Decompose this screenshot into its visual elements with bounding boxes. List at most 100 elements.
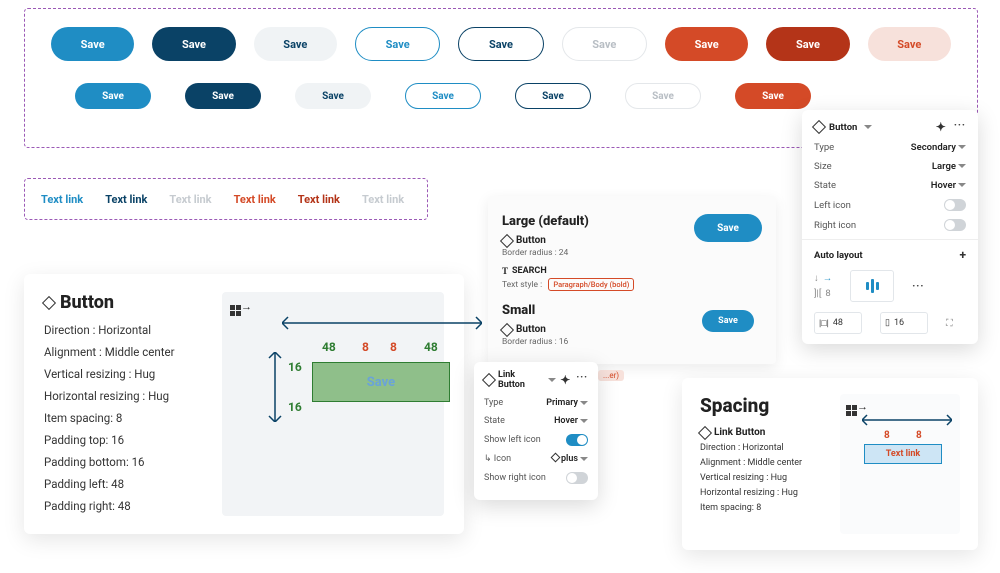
button-variant-small[interactable]: Save [295,83,371,109]
button-variant-small[interactable]: Save [75,83,151,109]
right-icon-toggle[interactable] [944,219,966,231]
panel-title: Link Button [498,370,542,390]
pad-bottom-16: 16 [288,400,302,414]
spacing-property: Direction : Horizontal [700,443,826,453]
spacing-property: Alignment : Middle center [700,458,826,468]
diagram-text-link: Text link [864,444,942,464]
sample-large-button[interactable]: Save [694,214,762,242]
target-icon[interactable]: ✦ [560,373,570,387]
spec-diagram: → Save 48 8 8 48 16 16 [222,292,444,516]
add-icon[interactable]: + [959,248,966,262]
spacing-comp-name: Link Button [714,427,765,438]
more-icon[interactable]: ··· [912,281,924,292]
button-variant[interactable]: Save [562,27,647,61]
size-select[interactable]: Large [932,161,956,172]
left-icon-toggle[interactable] [944,199,966,211]
spec-property: Padding right: 48 [44,499,204,513]
type-select[interactable]: Primary [546,398,578,408]
component-icon [42,295,56,309]
cutoff-tag: ...er) [598,370,624,381]
alignment-grid[interactable] [850,270,894,302]
gap-icon: ]|[ [814,288,821,299]
spec-property: Alignment : Middle center [44,345,204,359]
comp-name-2: Button [516,324,546,335]
pad-v-icon: ▯ [885,318,890,328]
button-spec-card: Button Direction : Horizontal Alignment :… [24,274,464,534]
direction-horizontal-icon[interactable]: → [823,273,833,284]
button-variant[interactable]: Save [458,27,543,61]
button-variant-small[interactable]: Save [735,83,811,109]
button-variant-small[interactable]: Save [185,83,261,109]
button-variant-small[interactable]: Save [625,83,701,109]
spec-title: Button [44,292,204,313]
padding-horizontal-input[interactable]: |□|48 [814,312,862,334]
chevron-down-icon[interactable] [864,125,872,129]
icon-select[interactable]: plus [561,454,578,464]
textlink-variants-frame: Text link Text link Text link Text link Text… [24,178,428,220]
spacing-property: Vertical resizing : Hug [700,473,826,483]
button-variant-small[interactable]: Save [405,83,481,109]
button-variant[interactable]: Save [665,27,748,61]
gap-8-left: 8 [362,340,369,354]
spec-property: Vertical resizing : Hug [44,367,204,381]
component-icon [812,120,826,134]
text-link-variant[interactable]: Text link [362,193,404,206]
pad-left-48: 48 [322,340,336,354]
auto-layout-heading: Auto layout [814,250,863,261]
gap-8-right: 8 [390,340,397,354]
spec-property: Padding bottom: 16 [44,455,204,469]
target-icon[interactable]: ✦ [936,120,946,134]
border-radius-small: Border radius : 16 [502,337,762,347]
pad-right-48: 48 [424,340,438,354]
button-variant[interactable]: Save [254,27,337,61]
diagram-button: Save [312,362,450,402]
sample-small-button[interactable]: Save [702,310,754,332]
text-link-variant[interactable]: Text link [234,193,276,206]
spec-property: Padding left: 48 [44,477,204,491]
more-icon[interactable]: ··· [954,120,966,134]
search-layer: SEARCH [512,266,547,276]
text-style-tag: Paragraph/Body (bold) [548,278,634,291]
spacing-property: Item spacing: 8 [700,503,826,513]
text-link-variant[interactable]: Text link [298,193,340,206]
border-radius-large: Border radius : 24 [502,248,762,258]
state-select[interactable]: Hover [554,416,578,426]
button-variant[interactable]: Save [355,27,440,61]
button-variant[interactable]: Save [51,27,134,61]
direction-vertical-icon[interactable]: ↓ [814,273,819,284]
component-icon [500,322,514,336]
button-inspector-panel: Button ✦··· TypeSecondary SizeLarge Stat… [802,110,978,344]
show-right-icon-toggle[interactable] [566,472,588,484]
more-icon[interactable]: ··· [576,373,588,387]
button-variant[interactable]: Save [152,27,235,61]
size-variants-card: Large (default) Button Border radius : 2… [488,196,776,364]
expand-padding-icon[interactable]: ⛶ [946,318,953,329]
spec-property: Padding top: 16 [44,433,204,447]
spacing-diagram: → 8 8 Text link [840,394,960,534]
button-variant[interactable]: Save [766,27,849,61]
chevron-down-icon[interactable] [548,378,556,382]
button-variant[interactable]: Save [868,27,951,61]
text-link-variant[interactable]: Text link [105,193,147,206]
text-link-variant[interactable]: Text link [169,193,211,206]
layout-grid-icon: → [230,300,252,316]
button-variant-small[interactable]: Save [515,83,591,109]
gap-8-b: 8 [916,430,922,441]
inspector-title: Button [829,122,857,133]
spacing-card: Spacing Link Button Direction : Horizont… [682,378,978,550]
state-select[interactable]: Hover [931,180,956,191]
component-icon [500,233,514,247]
type-select[interactable]: Secondary [911,142,956,153]
spacing-property: Horizontal resizing : Hug [700,488,826,498]
spec-property: Direction : Horizontal [44,323,204,337]
gap-8-a: 8 [884,430,890,441]
swap-icon: ↳ [484,454,492,464]
padding-vertical-input[interactable]: ▯16 [880,312,928,334]
text-icon: T [502,266,508,276]
spec-property: Horizontal resizing : Hug [44,389,204,403]
spec-property: Item spacing: 8 [44,411,204,425]
show-left-icon-toggle[interactable] [566,434,588,446]
text-link-variant[interactable]: Text link [41,193,83,206]
gap-input[interactable]: 8 [825,288,830,299]
comp-name: Button [516,235,546,246]
